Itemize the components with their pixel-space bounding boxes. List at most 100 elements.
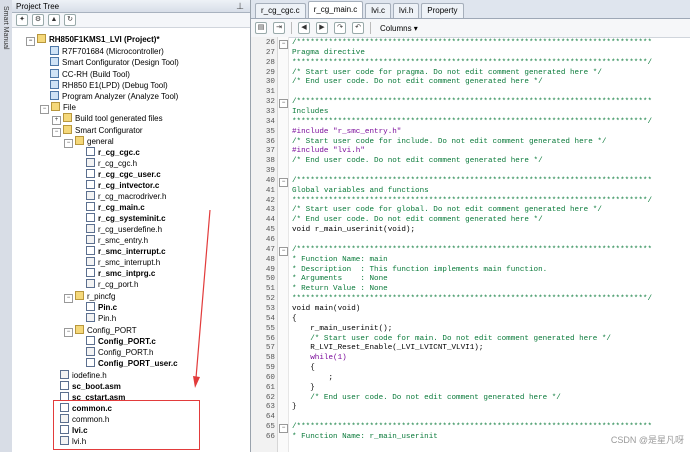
- editor-tab-bar: r_cg_cgc.c r_cg_main.c lvi.c lvi.h Prope…: [251, 0, 690, 19]
- undo-icon[interactable]: ↶: [352, 22, 364, 34]
- fold-toggle-icon[interactable]: −: [279, 424, 288, 434]
- line-number: 43: [265, 206, 275, 215]
- line-number: 40: [265, 176, 275, 185]
- line-number: 62: [265, 393, 275, 402]
- code-line[interactable]: * Return Value : None: [292, 285, 388, 295]
- code-line[interactable]: {: [292, 315, 297, 325]
- code-line[interactable]: /* Start user code for global. Do not ed…: [292, 206, 602, 216]
- code-line[interactable]: #include "lvi.h": [292, 147, 365, 157]
- back-icon[interactable]: ◀: [298, 22, 310, 34]
- smart-manual-label: Smart Manual: [2, 6, 9, 50]
- code-area[interactable]: 26 /*************************************…: [251, 37, 690, 452]
- code-line[interactable]: /***************************************…: [292, 423, 652, 433]
- line-number: 34: [265, 117, 275, 126]
- code-line[interactable]: /* End user code. Do not edit comment ge…: [292, 78, 543, 88]
- line-number: 46: [265, 236, 275, 244]
- line-number: 36: [265, 137, 275, 146]
- line-number: 39: [265, 167, 275, 176]
- columns-dropdown[interactable]: Columns ▾: [377, 23, 421, 34]
- line-number: 41: [265, 186, 275, 195]
- code-line[interactable]: R_LVI_Reset_Enable(_LVI_LVICNT_VLVI1);: [292, 344, 483, 354]
- fold-toggle-icon[interactable]: −: [279, 99, 288, 109]
- red-arrow-annotation: [193, 209, 211, 388]
- code-line[interactable]: void r_main_userinit(void);: [292, 226, 415, 236]
- line-number: 56: [265, 334, 275, 343]
- line-number: 60: [265, 373, 275, 382]
- line-number: 52: [265, 295, 275, 304]
- code-line[interactable]: }: [292, 403, 297, 413]
- watermark: CSDN @是星凡呀: [610, 435, 684, 445]
- tab-lvi-c[interactable]: lvi.c: [365, 3, 392, 18]
- redo-icon[interactable]: ↷: [334, 22, 346, 34]
- line-number: 27: [265, 48, 275, 57]
- code-line[interactable]: ****************************************…: [292, 197, 652, 207]
- line-number: 38: [265, 157, 275, 166]
- line-number: 26: [265, 39, 275, 47]
- editor-toolbar: ▤ ⇥ ◀ ▶ ↷ ↶ Columns ▾: [251, 19, 690, 38]
- code-editor: r_cg_cgc.c r_cg_main.c lvi.c lvi.h Prope…: [251, 0, 690, 452]
- line-number: 33: [265, 107, 275, 116]
- line-number: 55: [265, 324, 275, 333]
- line-number: 61: [265, 383, 275, 392]
- jump-icon[interactable]: ⇥: [273, 22, 285, 34]
- tab-lvi-h[interactable]: lvi.h: [393, 3, 420, 18]
- line-number: 28: [265, 58, 275, 67]
- code-line[interactable]: Pragma directive: [292, 49, 365, 59]
- code-line[interactable]: /* Start user code for include. Do not e…: [292, 138, 606, 148]
- line-number: 57: [265, 344, 275, 353]
- code-line[interactable]: Includes: [292, 108, 328, 118]
- code-line[interactable]: ;: [292, 374, 333, 384]
- toolbar-separator: [370, 22, 371, 34]
- line-number: 48: [265, 255, 275, 264]
- code-line[interactable]: * Description : This function implements…: [292, 266, 547, 276]
- code-line[interactable]: /* End user code. Do not edit comment ge…: [292, 216, 543, 226]
- forward-icon[interactable]: ▶: [316, 22, 328, 34]
- code-line[interactable]: /***************************************…: [292, 246, 652, 256]
- line-number: 37: [265, 147, 275, 156]
- line-number: 49: [265, 265, 275, 274]
- code-line[interactable]: ****************************************…: [292, 59, 652, 69]
- line-number: 65: [265, 423, 275, 432]
- code-line[interactable]: /* Start user code for main. Do not edit…: [292, 335, 611, 345]
- line-number: 50: [265, 275, 275, 284]
- line-number: 42: [265, 196, 275, 205]
- code-line[interactable]: * Function Name: r_main_userinit: [292, 433, 438, 443]
- code-line[interactable]: /***************************************…: [292, 177, 652, 187]
- line-number: 63: [265, 403, 275, 412]
- fold-toggle-icon[interactable]: −: [279, 40, 288, 49]
- code-line[interactable]: * Function Name: main: [292, 256, 388, 266]
- code-line[interactable]: r_main_userinit();: [292, 325, 392, 335]
- fold-toggle-icon[interactable]: −: [279, 177, 288, 187]
- code-line[interactable]: Global variables and functions: [292, 187, 429, 197]
- code-line[interactable]: /* Start user code for pragma. Do not ed…: [292, 69, 602, 79]
- code-line[interactable]: /* End user code. Do not edit comment ge…: [292, 157, 543, 167]
- fold-toggle-icon[interactable]: −: [279, 246, 288, 256]
- line-number: 30: [265, 78, 275, 87]
- code-line[interactable]: void main(void): [292, 305, 360, 315]
- code-line[interactable]: /* End user code. Do not edit comment ge…: [292, 394, 561, 404]
- project-tree-panel: Project Tree ⊥ ✦ ⚙ ▲ ↻ − RH850F1KMS1_LVI …: [12, 0, 251, 452]
- code-line[interactable]: {: [292, 364, 315, 374]
- tab-r-cg-cgc-c[interactable]: r_cg_cgc.c: [255, 3, 306, 18]
- columns-label: Columns: [380, 23, 412, 33]
- tab-property[interactable]: Property: [421, 3, 464, 18]
- line-number: 29: [265, 68, 275, 77]
- line-number: 32: [265, 98, 275, 107]
- code-line[interactable]: ****************************************…: [292, 118, 652, 128]
- line-number: 54: [265, 314, 275, 323]
- code-line[interactable]: /***************************************…: [292, 98, 652, 108]
- bookmark-icon[interactable]: ▤: [255, 22, 267, 34]
- line-number: 45: [265, 226, 275, 235]
- code-line[interactable]: ****************************************…: [292, 295, 652, 305]
- line-number: 64: [265, 413, 275, 422]
- line-number: 51: [265, 285, 275, 294]
- code-line[interactable]: while(1): [292, 354, 346, 364]
- code-line[interactable]: * Arguments : None: [292, 275, 388, 285]
- line-number: 31: [265, 88, 275, 97]
- code-line[interactable]: /***************************************…: [292, 39, 652, 49]
- code-line[interactable]: }: [292, 384, 315, 394]
- code-line[interactable]: #include "r_smc_entry.h": [292, 128, 401, 138]
- tab-r-cg-main-c[interactable]: r_cg_main.c: [307, 1, 364, 18]
- line-number: 44: [265, 216, 275, 225]
- line-number: 59: [265, 364, 275, 373]
